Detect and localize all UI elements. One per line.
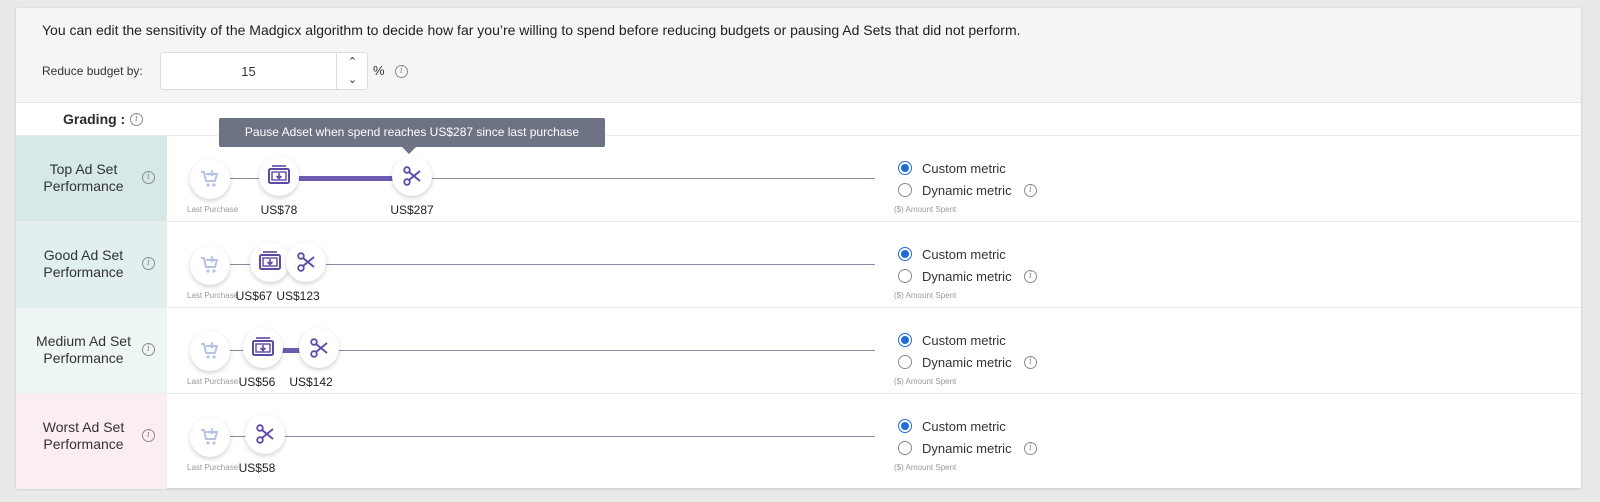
pause-node[interactable] xyxy=(392,156,432,196)
row-label-worst: Worst Ad Set Performance i xyxy=(16,394,167,489)
money-down-icon xyxy=(268,165,290,184)
settings-header: You can edit the sensitivity of the Madg… xyxy=(16,8,1581,103)
pause-node[interactable] xyxy=(245,414,285,454)
spend-track xyxy=(211,436,875,437)
amount-spent-caption: ($) Amount Spent xyxy=(894,377,957,386)
scissors-icon xyxy=(256,424,274,444)
scissors-icon xyxy=(310,338,328,358)
money-down-icon xyxy=(252,337,274,356)
radio-dynamic[interactable] xyxy=(898,183,912,197)
radio-custom[interactable] xyxy=(898,247,912,261)
grading-row-top: Top Ad Set Performance i Last Purchase U… xyxy=(16,135,1581,221)
row-label-top: Top Ad Set Performance i xyxy=(16,136,167,221)
radio-label: Dynamic metric xyxy=(922,183,1012,198)
amount-spent-caption: ($) Amount Spent xyxy=(894,291,957,300)
reduce-budget-input[interactable]: ⌃ ⌄ xyxy=(160,52,368,90)
pause-amount: US$287 xyxy=(390,203,434,217)
money-down-icon xyxy=(259,251,281,270)
cart-icon xyxy=(201,170,218,187)
amount-spent-caption: ($) Amount Spent xyxy=(894,463,957,472)
reduce-budget-label: Reduce budget by: xyxy=(42,64,143,78)
radio-label: Custom metric xyxy=(922,419,1006,434)
budget-node[interactable] xyxy=(259,156,299,196)
pause-amount: US$58 xyxy=(238,461,276,475)
info-icon[interactable]: i xyxy=(142,343,155,356)
radio-custom[interactable] xyxy=(898,419,912,433)
info-icon[interactable]: i xyxy=(1024,356,1037,369)
pause-tooltip: Pause Adset when spend reaches US$287 si… xyxy=(219,118,605,154)
last-purchase-node xyxy=(190,159,230,199)
radio-dynamic[interactable] xyxy=(898,441,912,455)
budget-node[interactable] xyxy=(250,242,290,282)
reduce-budget-stepper[interactable]: ⌃ ⌄ xyxy=(336,53,367,89)
reduce-budget-field[interactable] xyxy=(161,53,336,89)
row-label-text: Medium Ad Set Performance xyxy=(36,333,131,366)
row-label-good: Good Ad Set Performance i xyxy=(16,222,167,307)
row-label-text: Worst Ad Set Performance xyxy=(42,419,125,452)
last-purchase-caption: Last Purchase xyxy=(187,291,239,300)
budget-node[interactable] xyxy=(243,328,283,368)
budget-amount: US$56 xyxy=(238,375,276,389)
info-icon[interactable]: i xyxy=(142,257,155,270)
info-icon[interactable]: i xyxy=(1024,270,1037,283)
chevron-up-icon[interactable]: ⌃ xyxy=(337,53,368,71)
pause-amount: US$123 xyxy=(276,289,320,303)
last-purchase-node xyxy=(190,245,230,285)
cart-icon xyxy=(201,256,218,273)
grading-row-good: Good Ad Set Performance i Last Purchase … xyxy=(16,221,1581,307)
info-icon[interactable]: i xyxy=(1024,442,1037,455)
radio-label: Dynamic metric xyxy=(922,269,1012,284)
pause-node[interactable] xyxy=(299,328,339,368)
radio-label: Dynamic metric xyxy=(922,441,1012,456)
info-icon[interactable]: i xyxy=(130,113,143,126)
info-icon[interactable]: i xyxy=(142,429,155,442)
percent-unit: % xyxy=(373,63,385,78)
radio-custom[interactable] xyxy=(898,161,912,175)
radio-dynamic[interactable] xyxy=(898,355,912,369)
grading-row-medium: Medium Ad Set Performance i Last Purchas… xyxy=(16,307,1581,393)
amount-spent-caption: ($) Amount Spent xyxy=(894,205,957,214)
grading-row-worst: Worst Ad Set Performance i Last Purchase… xyxy=(16,393,1581,489)
scissors-icon xyxy=(403,166,421,186)
radio-label: Custom metric xyxy=(922,333,1006,348)
row-label-medium: Medium Ad Set Performance i xyxy=(16,308,167,393)
radio-label: Dynamic metric xyxy=(922,355,1012,370)
cart-icon xyxy=(201,428,218,445)
grading-label: Grading : xyxy=(63,111,125,127)
info-icon[interactable]: i xyxy=(395,65,408,78)
cart-icon xyxy=(201,342,218,359)
row-label-text: Good Ad Set Performance xyxy=(43,247,124,280)
spend-track-fill xyxy=(299,176,404,181)
description-text: You can edit the sensitivity of the Madg… xyxy=(42,22,1021,38)
chevron-down-icon[interactable]: ⌄ xyxy=(337,71,368,89)
info-icon[interactable]: i xyxy=(142,171,155,184)
radio-dynamic[interactable] xyxy=(898,269,912,283)
radio-custom[interactable] xyxy=(898,333,912,347)
radio-label: Custom metric xyxy=(922,247,1006,262)
last-purchase-node xyxy=(190,417,230,457)
info-icon[interactable]: i xyxy=(1024,184,1037,197)
pause-amount: US$142 xyxy=(289,375,333,389)
last-purchase-node xyxy=(190,331,230,371)
row-label-text: Top Ad Set Performance xyxy=(43,161,124,194)
sensitivity-panel: You can edit the sensitivity of the Madg… xyxy=(16,8,1581,489)
pause-node[interactable] xyxy=(286,242,326,282)
last-purchase-caption: Last Purchase xyxy=(187,205,239,214)
budget-amount: US$78 xyxy=(260,203,298,217)
grading-text: Grading : xyxy=(63,111,126,127)
scissors-icon xyxy=(297,252,315,272)
radio-label: Custom metric xyxy=(922,161,1006,176)
